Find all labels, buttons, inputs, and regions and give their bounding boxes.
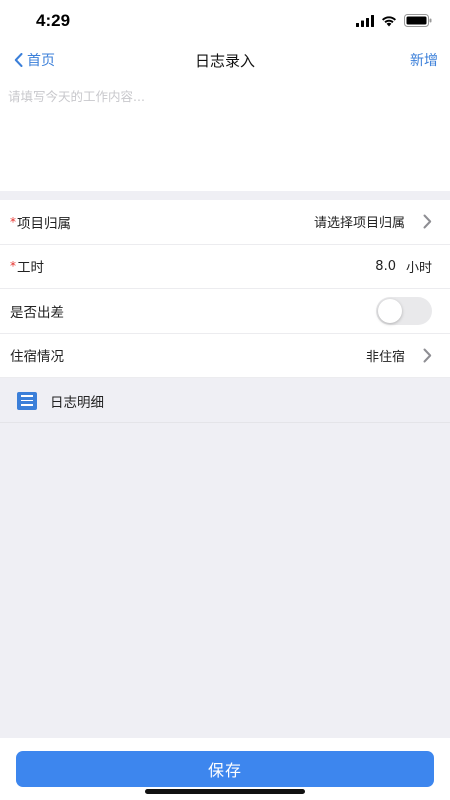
business-trip-label: 是否出差 [10,304,64,321]
save-button[interactable]: 保存 [16,751,434,787]
signal-icon [356,14,374,27]
required-mark: * [10,214,16,229]
project-label-text: 项目归属 [17,215,71,232]
work-content-input[interactable] [0,76,450,191]
battery-icon [404,14,432,27]
hours-label: * 工时 [10,256,44,276]
lodging-value: 非住宿 [365,349,405,365]
home-indicator [145,789,305,794]
chevron-right-icon [423,214,432,229]
business-trip-toggle[interactable] [376,296,432,325]
business-trip-row: 是否出差 [0,289,450,334]
wifi-icon [382,15,396,26]
hours-field[interactable]: 8.0 小时 [375,257,432,276]
log-details-title: 日志明细 [50,394,104,411]
hours-unit: 小时 [405,260,432,276]
work-content-area [0,76,450,191]
status-icons [356,14,432,27]
lodging-label: 住宿情况 [10,349,64,366]
required-mark: * [10,259,16,274]
hours-label-text: 工时 [17,260,44,277]
status-bar: 4:29 [0,0,450,44]
navigation-bar: 首页 日志录入 新增 [0,44,450,76]
page-title: 日志录入 [194,52,255,70]
list-icon [17,391,37,410]
chevron-right-icon [423,348,432,363]
add-new-button[interactable]: 新增 [410,50,438,70]
project-value: 请选择项目归属 [313,216,405,232]
project-select[interactable]: 请选择项目归属 [314,212,432,231]
form-list: * 项目归属 请选择项目归属 * 工时 8.0 小时 是否出差 住宿情况 非住宿 [0,200,450,378]
hours-value: 8.0 [375,258,396,274]
project-label: * 项目归属 [10,212,71,232]
lodging-row[interactable]: 住宿情况 非住宿 [0,334,450,378]
log-details-header: 日志明细 [0,379,450,423]
project-row[interactable]: * 项目归属 请选择项目归属 [0,200,450,245]
lodging-select[interactable]: 非住宿 [366,346,432,365]
hours-row: * 工时 8.0 小时 [0,245,450,289]
status-time: 4:29 [36,11,71,30]
toggle-knob [378,298,402,323]
